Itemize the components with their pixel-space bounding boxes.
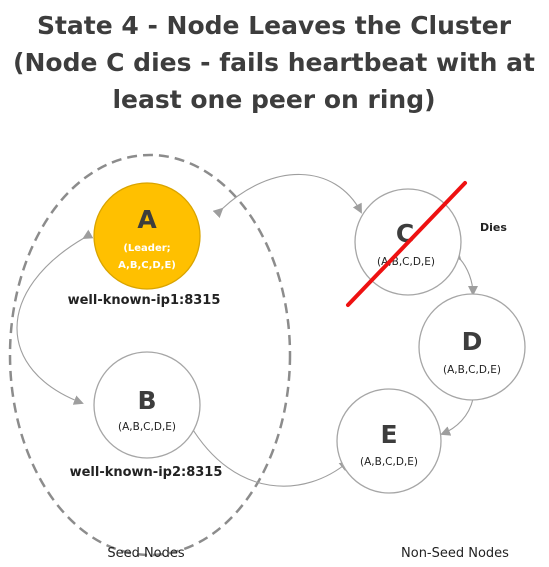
node-d-letter: D [462, 327, 483, 356]
node-a-leader-line2: A,B,C,D,E) [118, 260, 176, 271]
node-a-letter: A [137, 205, 157, 234]
node-a-address: well-known-ip1:8315 [68, 293, 221, 308]
node-c-status: Dies [480, 221, 507, 234]
node-e: E (A,B,C,D,E) [336, 388, 442, 494]
node-a-circle [93, 182, 201, 290]
node-b-address: well-known-ip2:8315 [70, 465, 223, 480]
node-b: B (A,B,C,D,E) [93, 351, 201, 459]
non-seed-nodes-label: Non-Seed Nodes [401, 546, 509, 561]
arrow-c-d [450, 249, 478, 296]
arrow-d-e [440, 390, 480, 436]
node-e-letter: E [380, 420, 397, 449]
seed-nodes-label: Seed Nodes [107, 546, 185, 561]
node-d-members: (A,B,C,D,E) [443, 364, 501, 376]
node-b-letter: B [137, 386, 156, 415]
node-d: D (A,B,C,D,E) [418, 293, 526, 401]
title-line-3: least one peer on ring) [112, 85, 435, 114]
node-a-leader-line1: (Leader; [123, 243, 170, 254]
node-e-members: (A,B,C,D,E) [360, 456, 418, 468]
title-line-1: State 4 - Node Leaves the Cluster [37, 11, 512, 40]
title-line-2: (Node C dies - fails heartbeat with at [13, 48, 535, 77]
node-a: A (Leader; A,B,C,D,E) [93, 182, 201, 290]
node-b-members: (A,B,C,D,E) [118, 421, 176, 433]
cluster-diagram: State 4 - Node Leaves the Cluster (Node … [8, 11, 535, 561]
